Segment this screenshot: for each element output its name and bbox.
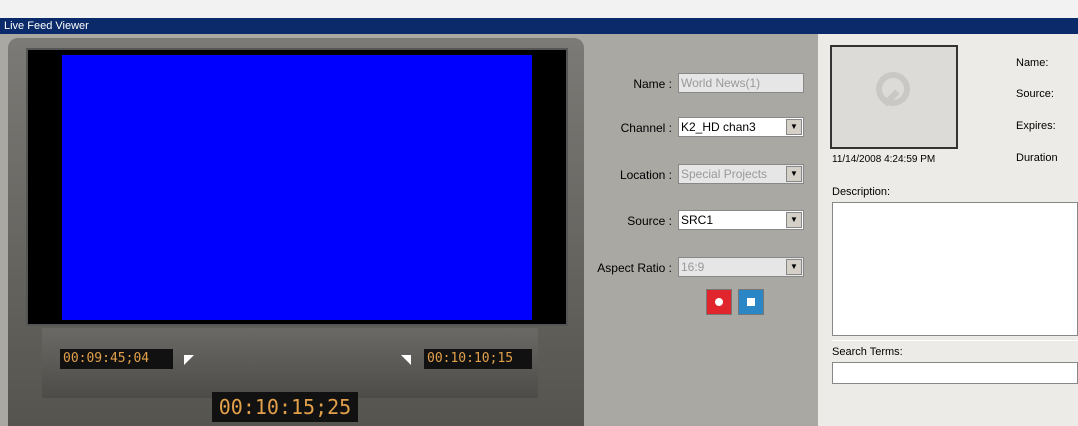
chevron-down-icon[interactable]: ▼ bbox=[786, 119, 802, 135]
mark-out-icon[interactable] bbox=[401, 355, 411, 365]
source-label: Source : bbox=[627, 214, 672, 228]
top-strip bbox=[0, 0, 1078, 18]
info-source-label: Source: bbox=[1016, 88, 1054, 100]
aspect-ratio-select[interactable]: 16:9 ▼ bbox=[678, 257, 804, 277]
name-label: Name : bbox=[633, 77, 672, 91]
stop-button[interactable] bbox=[738, 289, 764, 315]
location-select[interactable]: Special Projects ▼ bbox=[678, 164, 804, 184]
aspect-ratio-value: 16:9 bbox=[681, 260, 705, 274]
search-terms-label: Search Terms: bbox=[832, 346, 903, 358]
info-name-label: Name: bbox=[1016, 57, 1049, 69]
chevron-down-icon[interactable]: ▼ bbox=[786, 212, 802, 228]
window-title: Live Feed Viewer bbox=[0, 18, 1078, 34]
channel-value: K2_HD chan3 bbox=[681, 120, 756, 134]
search-terms-input[interactable] bbox=[832, 362, 1078, 384]
chevron-down-icon[interactable]: ▼ bbox=[786, 259, 802, 275]
channel-select[interactable]: K2_HD chan3 ▼ bbox=[678, 117, 804, 137]
record-button[interactable] bbox=[706, 289, 732, 315]
chevron-down-icon[interactable]: ▼ bbox=[786, 166, 802, 182]
current-timecode: 00:10:15;25 bbox=[212, 392, 358, 422]
info-expires-label: Expires: bbox=[1016, 120, 1056, 132]
info-duration-label: Duration bbox=[1016, 152, 1058, 164]
location-label: Location : bbox=[619, 168, 672, 182]
location-value: Special Projects bbox=[681, 167, 768, 181]
channel-label: Channel : bbox=[620, 121, 672, 135]
source-select[interactable]: SRC1 ▼ bbox=[678, 210, 804, 230]
mark-out-timecode[interactable]: 00:10:10;15 bbox=[424, 349, 532, 369]
mark-in-timecode[interactable]: 00:09:45;04 bbox=[60, 349, 173, 369]
no-preview-icon bbox=[876, 72, 910, 106]
source-value: SRC1 bbox=[681, 213, 714, 227]
divider bbox=[832, 340, 1078, 341]
name-field[interactable]: World News(1) bbox=[678, 73, 804, 93]
clip-date: 11/14/2008 4:24:59 PM bbox=[832, 154, 936, 165]
description-field[interactable] bbox=[832, 202, 1078, 336]
live-video-area[interactable] bbox=[62, 55, 532, 320]
description-label: Description: bbox=[832, 186, 891, 198]
aspect-ratio-label: Aspect Ratio : bbox=[597, 261, 672, 275]
mark-in-icon[interactable] bbox=[184, 355, 194, 365]
